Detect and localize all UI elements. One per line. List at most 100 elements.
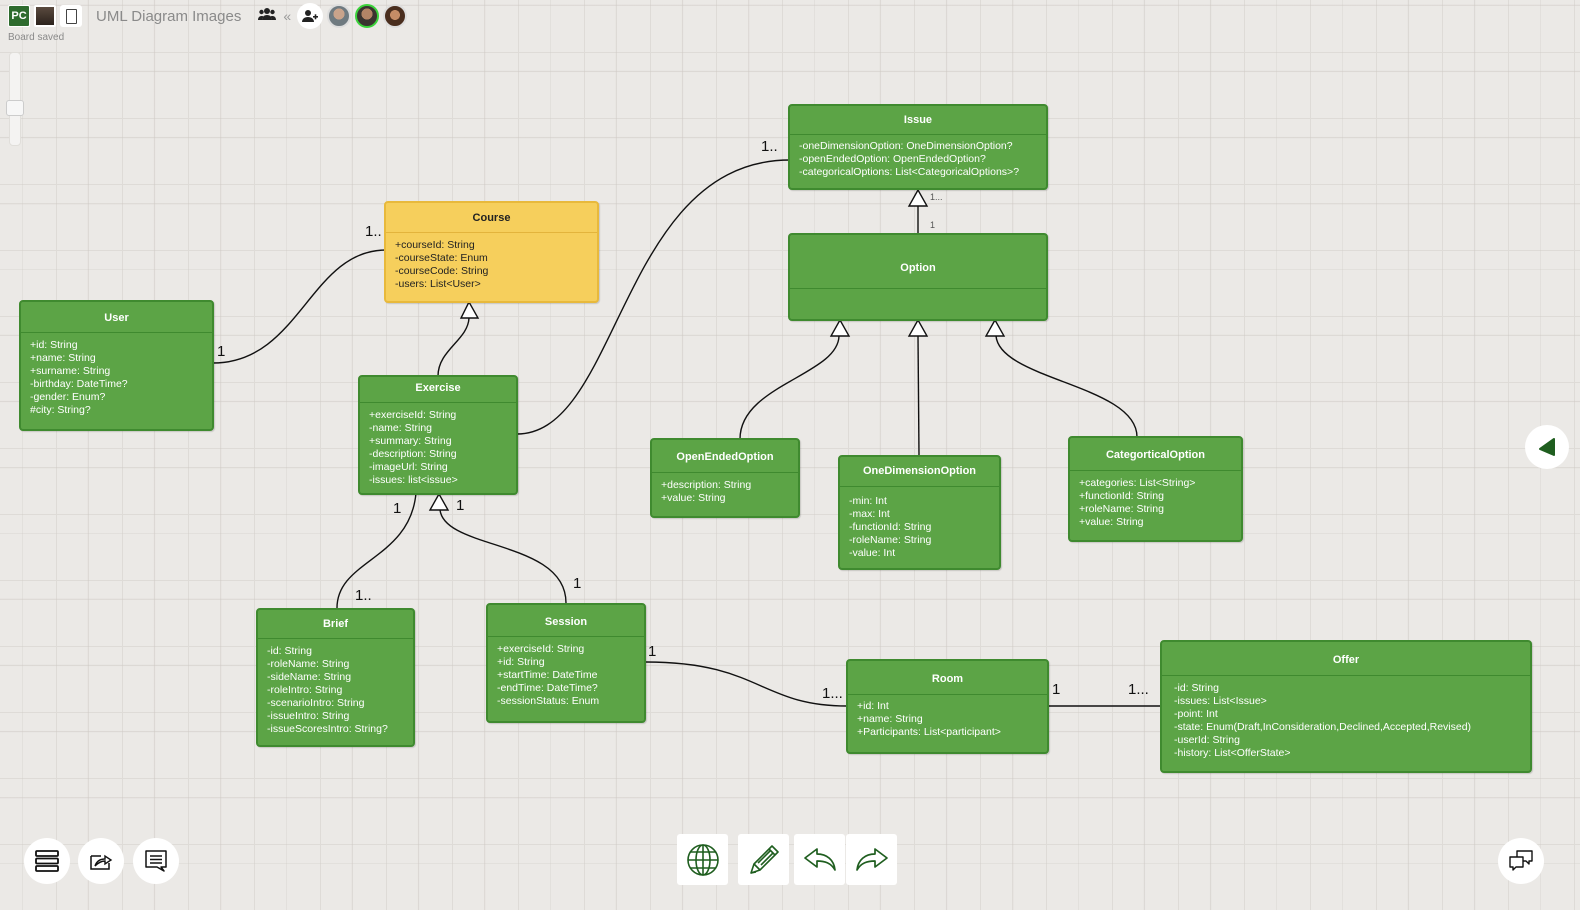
class-exercise[interactable]: Exercise +exerciseId: String -name: Strin…: [358, 375, 518, 495]
edge-session-room: [645, 661, 848, 707]
multiplicity-label: 1: [456, 497, 465, 514]
inheritance-arrow-course: [459, 300, 480, 319]
class-attributes: +courseId: String -courseState: Enum -cour…: [386, 233, 597, 291]
menu-icon: [35, 850, 59, 872]
class-attribute: +id: String: [497, 656, 545, 668]
class-attribute: +id: Int: [857, 700, 889, 712]
inheritance-arrow-option-center: [907, 318, 929, 337]
class-name: Room: [848, 661, 1047, 695]
collapse-panel-icon: [1539, 438, 1555, 456]
edge-categorical-option: [995, 335, 1138, 438]
multiplicity-label: 1...: [1128, 681, 1149, 698]
multiplicity-label: 1..: [761, 138, 778, 155]
share-board-button[interactable]: [78, 838, 124, 884]
class-attribute: -roleName: String: [267, 658, 350, 670]
class-session[interactable]: Session +exerciseId: String +id: String +s…: [486, 603, 646, 723]
edge-openended-option: [739, 335, 840, 440]
comment-icon: [145, 850, 167, 872]
class-attribute: -issues: List<Issue>: [1174, 695, 1267, 707]
class-attribute: +exerciseId: String: [497, 643, 585, 655]
zoom-slider-thumb[interactable]: [6, 100, 24, 116]
class-attribute: -min: Int: [849, 495, 887, 507]
user-initials-badge[interactable]: PC: [8, 5, 30, 27]
zoom-slider-track[interactable]: [9, 52, 21, 146]
class-attributes: +exerciseId: String -name: String +summary…: [360, 403, 516, 487]
class-attributes: -min: Int -max: Int -functionId: String -ro…: [840, 487, 999, 560]
class-one-dimension-option[interactable]: OneDimensionOption -min: Int -max: Int -fu…: [838, 455, 1001, 570]
class-user[interactable]: User +id: String +name: String +surname: S…: [19, 300, 214, 431]
multiplicity-label: 1..: [365, 223, 382, 240]
class-attribute: +roleName: String: [1079, 503, 1164, 515]
class-attribute: +startTime: DateTime: [497, 669, 598, 681]
class-name: Issue: [790, 106, 1046, 135]
share-board-icon: [90, 854, 113, 870]
class-attribute: +id: String: [30, 339, 78, 351]
class-attribute: -issues: list<issue>: [369, 474, 458, 486]
menu-button[interactable]: [24, 838, 70, 884]
class-name: Course: [386, 203, 597, 233]
multiplicity-label: 1: [648, 643, 657, 660]
edge-exercise-brief: [336, 492, 417, 610]
collaborator-avatar[interactable]: [383, 4, 408, 28]
double-chevron-left-icon[interactable]: «: [283, 8, 291, 24]
class-attribute: -name: String: [369, 422, 433, 434]
board-document-icon[interactable]: [60, 5, 82, 27]
class-attribute: -roleName: String: [849, 534, 932, 546]
multiplicity-label: 1: [393, 500, 402, 517]
top-bar: PC UML Diagram Images «: [8, 3, 408, 29]
class-name: Offer: [1162, 642, 1530, 676]
collaborator-avatar[interactable]: [327, 4, 352, 28]
multiplicity-label: 1: [930, 220, 936, 230]
class-attribute: -id: String: [267, 645, 312, 657]
class-attribute: -scenarioIntro: String: [267, 697, 365, 709]
class-brief[interactable]: Brief -id: String -roleName: String -sideN…: [256, 608, 415, 747]
class-attribute: -value: Int: [849, 547, 896, 559]
globe-button[interactable]: [677, 834, 728, 885]
class-categorical-option[interactable]: CategorticalOption +categories: List<Str…: [1068, 436, 1243, 542]
class-attribute: +name: String: [857, 713, 923, 725]
class-attribute: -issueScoresIntro: String?: [267, 723, 388, 735]
board-title[interactable]: UML Diagram Images: [96, 8, 241, 25]
class-attribute: -gender: Enum?: [30, 391, 106, 403]
class-option[interactable]: Option: [788, 233, 1048, 321]
globe-icon: [686, 843, 719, 876]
class-attribute: +description: String: [661, 479, 752, 491]
class-course[interactable]: Course +courseId: String -courseState: En…: [384, 201, 599, 303]
class-room[interactable]: Room +id: Int +name: String +Participants:…: [846, 659, 1049, 754]
edge-exercise-course: [437, 317, 470, 377]
comment-button[interactable]: [133, 838, 179, 884]
owner-avatar[interactable]: [34, 5, 56, 27]
class-name: User: [21, 302, 212, 333]
class-attribute: #city: String?: [30, 404, 91, 416]
class-offer[interactable]: Offer -id: String -issues: List<Issue> -po…: [1160, 640, 1532, 773]
collaborator-avatar-active[interactable]: [355, 4, 380, 28]
class-issue[interactable]: Issue -oneDimensionOption: OneDimensionO…: [788, 104, 1048, 190]
pencil-button[interactable]: [738, 834, 789, 885]
add-user-button[interactable]: [297, 3, 324, 29]
inheritance-arrow-option-right: [984, 318, 1006, 337]
inheritance-arrow-exercise: [428, 492, 450, 511]
multiplicity-label: 1: [1052, 681, 1061, 698]
side-panel-toggle-button[interactable]: [1525, 425, 1569, 469]
multiplicity-label: 1...: [822, 685, 843, 702]
class-attribute: -id: String: [1174, 682, 1219, 694]
save-status: Board saved: [8, 32, 65, 43]
chat-button[interactable]: [1498, 838, 1544, 884]
class-attribute: -imageUrl: String: [369, 461, 448, 473]
undo-button[interactable]: [794, 834, 845, 885]
class-attributes: +id: String +name: String +surname: String…: [21, 333, 212, 417]
class-attribute: -issueIntro: String: [267, 710, 350, 722]
class-name: Exercise: [360, 377, 516, 403]
class-attributes: +id: Int +name: String +Participants: List…: [848, 695, 1047, 739]
class-attribute: -users: List<User>: [395, 278, 481, 290]
class-attributes: +categories: List<String> +functionId: St…: [1070, 471, 1241, 529]
class-open-ended-option[interactable]: OpenEndedOption +description: String +val…: [650, 438, 800, 518]
redo-button[interactable]: [846, 834, 897, 885]
multiplicity-label: 1: [217, 343, 226, 360]
class-attribute: -description: String: [369, 448, 457, 460]
class-name: Brief: [258, 610, 413, 639]
class-attribute: +Participants: List<participant>: [857, 726, 1001, 738]
class-attribute: +courseId: String: [395, 239, 475, 251]
users-icon[interactable]: [257, 7, 277, 25]
class-attributes: +exerciseId: String +id: String +startTime…: [488, 637, 644, 708]
